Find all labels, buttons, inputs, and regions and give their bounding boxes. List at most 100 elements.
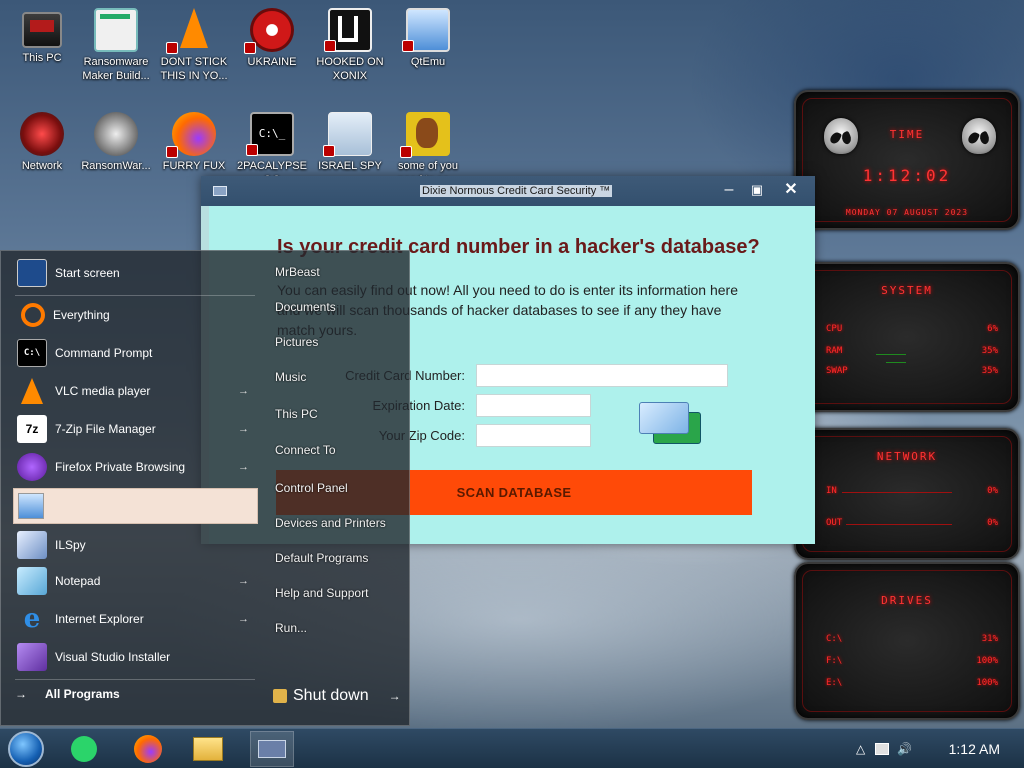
menu-divider bbox=[15, 295, 255, 296]
volume-icon[interactable]: 🔊 bbox=[897, 742, 912, 756]
credit-cards-icon bbox=[639, 402, 705, 450]
desktop-icon-network[interactable]: Network bbox=[0, 112, 84, 173]
drives-title: DRIVES bbox=[881, 594, 933, 607]
system-tray: △ 🔊 bbox=[856, 729, 912, 768]
desktop-icon-qtemu[interactable]: QtEmu bbox=[386, 8, 470, 69]
menu-item-selected[interactable] bbox=[13, 488, 258, 524]
start-button[interactable] bbox=[8, 731, 44, 767]
network-title: NETWORK bbox=[876, 450, 938, 463]
expiration-input[interactable] bbox=[476, 394, 591, 417]
menu-item-everything[interactable]: Everything bbox=[13, 297, 259, 333]
desktop-icon-israel-spy[interactable]: ISRAEL SPY bbox=[308, 112, 392, 173]
drives-gadget: DRIVES C:\ 31% F:\ 100% E:\ 100% bbox=[794, 562, 1020, 720]
shutdown-options-arrow[interactable]: → bbox=[389, 689, 401, 703]
menu-link-connect-to[interactable]: Connect To bbox=[275, 443, 336, 457]
all-programs-button[interactable]: → All Programs bbox=[15, 687, 120, 701]
app-icon bbox=[213, 186, 227, 196]
submenu-arrow: → bbox=[238, 575, 249, 587]
menu-item-notepad[interactable]: Notepad → bbox=[13, 563, 259, 599]
menu-item-start-screen[interactable]: Start screen bbox=[13, 255, 259, 291]
desktop-icon-hooked-on-xonix[interactable]: HOOKED ON XONIX bbox=[308, 8, 392, 83]
ilspy-icon bbox=[17, 531, 47, 559]
menu-link-control-panel[interactable]: Control Panel bbox=[275, 481, 348, 495]
menu-item-7zip[interactable]: 7z 7-Zip File Manager → bbox=[13, 411, 259, 447]
net-out-graph bbox=[846, 524, 952, 525]
system-gadget: SYSTEM CPU 6% RAM 35% SWAP 35% bbox=[794, 262, 1020, 412]
menu-link-pictures[interactable]: Pictures bbox=[275, 335, 318, 349]
start-menu: Start screen Everything C:\ Command Prom… bbox=[0, 250, 410, 726]
desktop-icon-dont-stick[interactable]: DONT STICK THIS IN YO... bbox=[152, 8, 236, 83]
desktop-icon-ransomware[interactable]: RansomWar... bbox=[74, 112, 158, 173]
7zip-icon: 7z bbox=[17, 415, 47, 443]
cpu-label: CPU bbox=[826, 324, 843, 334]
menu-item-ilspy[interactable]: ILSpy bbox=[13, 527, 259, 563]
menu-link-run[interactable]: Run... bbox=[275, 621, 307, 635]
submenu-arrow: → bbox=[238, 385, 249, 397]
notepad-icon bbox=[17, 567, 47, 595]
submenu-arrow: → bbox=[238, 423, 249, 435]
radiation-icon bbox=[244, 8, 294, 54]
window-titlebar[interactable]: Dixie Normous Credit Card Security ™ – ▣… bbox=[201, 176, 815, 206]
menu-link-devices-printers[interactable]: Devices and Printers bbox=[275, 516, 386, 530]
maximize-button[interactable]: ▣ bbox=[747, 180, 767, 200]
vs-installer-icon bbox=[17, 643, 47, 671]
zip-input[interactable] bbox=[476, 424, 591, 447]
beaver-image-icon bbox=[400, 112, 450, 158]
network-tray-icon[interactable] bbox=[875, 743, 890, 755]
taskbar: △ 🔊 1:12 AM bbox=[0, 728, 1024, 768]
taskbar-google-keep[interactable] bbox=[62, 731, 106, 767]
computer-icon bbox=[18, 493, 44, 519]
swap-graph bbox=[886, 362, 906, 363]
card-number-input[interactable] bbox=[476, 364, 728, 387]
swap-value: 35% bbox=[981, 366, 998, 376]
firefox-icon bbox=[134, 735, 162, 763]
desktop-icon-furry-fux[interactable]: FURRY FUX bbox=[152, 112, 236, 173]
time-gadget: TIME 1:12:02 MONDAY 07 AUGUST 2023 bbox=[794, 90, 1020, 230]
taskbar-clock[interactable]: 1:12 AM bbox=[949, 741, 1000, 757]
desktop-icon-ransomware-maker[interactable]: Ransomware Maker Build... bbox=[74, 8, 158, 83]
menu-link-help-support[interactable]: Help and Support bbox=[275, 586, 368, 600]
shutdown-button[interactable]: Shut down → bbox=[273, 687, 401, 705]
net-out-label: OUT bbox=[826, 518, 843, 528]
network-share-icon bbox=[323, 112, 372, 157]
show-hidden-icons[interactable]: △ bbox=[856, 742, 865, 756]
network-gadget: NETWORK IN 0% OUT 0% bbox=[794, 428, 1020, 560]
menu-item-vs-installer[interactable]: Visual Studio Installer bbox=[13, 639, 259, 675]
taskbar-credit-card-app[interactable] bbox=[250, 731, 294, 767]
vlc-cone-icon bbox=[166, 8, 216, 54]
menu-item-firefox-private[interactable]: Firefox Private Browsing → bbox=[13, 449, 259, 485]
swap-label: SWAP bbox=[826, 366, 848, 376]
drive-row: F:\ 100% bbox=[826, 656, 998, 666]
vlc-icon bbox=[17, 377, 47, 405]
close-button[interactable]: ✕ bbox=[781, 180, 801, 200]
lock-icon bbox=[273, 689, 287, 703]
taskbar-firefox[interactable] bbox=[126, 731, 170, 767]
alien-head-icon bbox=[824, 118, 858, 154]
time-display: 1:12:02 bbox=[862, 166, 952, 185]
search-icon bbox=[21, 303, 45, 327]
desktop-icon-this-pc[interactable]: This PC bbox=[0, 8, 84, 65]
menu-item-vlc[interactable]: VLC media player → bbox=[13, 373, 259, 409]
folder-icon bbox=[193, 737, 223, 761]
menu-divider bbox=[15, 679, 255, 680]
menu-item-internet-explorer[interactable]: e Internet Explorer → bbox=[13, 601, 259, 637]
taskbar-file-explorer[interactable] bbox=[186, 731, 230, 767]
window-app-icon bbox=[258, 740, 286, 758]
menu-link-documents[interactable]: Documents bbox=[275, 300, 336, 314]
drive-row: C:\ 31% bbox=[826, 634, 998, 644]
drive-row: E:\ 100% bbox=[826, 678, 998, 688]
net-in-graph bbox=[842, 492, 952, 493]
minimize-button[interactable]: – bbox=[719, 180, 739, 200]
desktop-icon-ukraine[interactable]: UKRAINE bbox=[230, 8, 314, 69]
menu-link-music[interactable]: Music bbox=[275, 370, 306, 384]
window-title: Dixie Normous Credit Card Security ™ bbox=[420, 185, 613, 197]
submenu-arrow: → bbox=[238, 613, 249, 625]
menu-link-mrbeast[interactable]: MrBeast bbox=[275, 265, 320, 279]
menu-link-this-pc[interactable]: This PC bbox=[275, 407, 318, 421]
menu-link-default-programs[interactable]: Default Programs bbox=[275, 551, 368, 565]
menu-item-command-prompt[interactable]: C:\ Command Prompt bbox=[13, 335, 259, 371]
network-icon bbox=[20, 112, 64, 156]
time-title: TIME bbox=[889, 128, 925, 141]
skull-icon bbox=[94, 112, 138, 156]
arrow-right-icon: → bbox=[15, 687, 27, 701]
